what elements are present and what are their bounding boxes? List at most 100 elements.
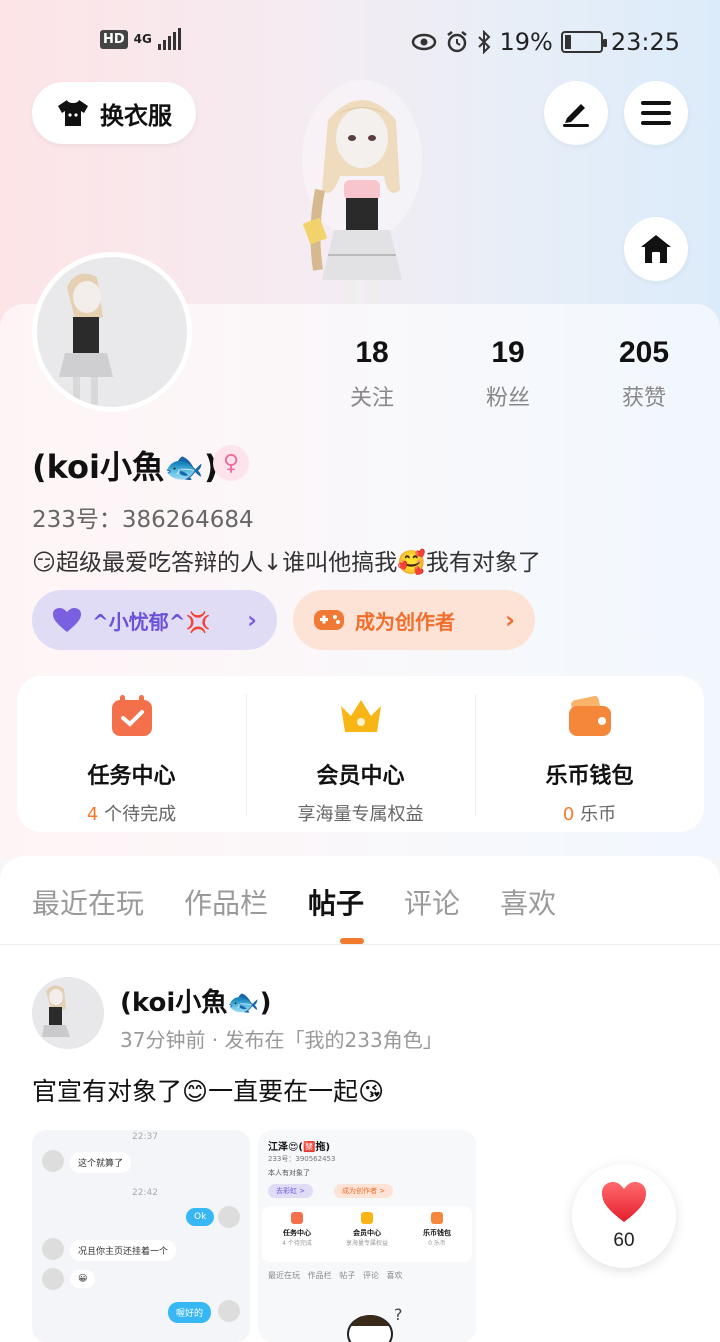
chat-avatar — [218, 1206, 240, 1228]
clock: 23:25 — [610, 28, 680, 56]
member-center[interactable]: 会员中心 享海量专属权益 — [246, 676, 475, 832]
profile-tabs: 最近在玩 作品栏 帖子 评论 喜欢 — [32, 882, 556, 922]
menu-title: 乐币钱包 — [545, 764, 634, 789]
shot-menu-sub: 享海量专属权益 — [345, 1240, 388, 1247]
chat-time: 22:37 — [132, 1132, 158, 1142]
alarm-icon — [447, 31, 468, 53]
chat-avatar — [42, 1238, 64, 1260]
menu-button[interactable] — [624, 81, 688, 145]
gamepad-icon — [314, 610, 344, 630]
signal-icon — [157, 28, 181, 50]
username: (koi小魚🐟) — [32, 448, 219, 486]
svg-text:?: ? — [394, 1305, 403, 1324]
tab-posts[interactable]: 帖子 — [308, 882, 364, 922]
tabs-divider — [0, 944, 720, 945]
like-count: 60 — [613, 1230, 635, 1251]
tshirt-icon — [58, 100, 88, 126]
change-outfit-button[interactable]: 换衣服 — [32, 82, 196, 144]
change-outfit-label: 换衣服 — [100, 101, 172, 130]
shot-tag: 去彩虹 > — [268, 1184, 314, 1198]
task-center[interactable]: 任务中心 4 个待完成 — [17, 676, 246, 832]
female-icon: ♀ — [213, 445, 249, 481]
hd-badge: HD — [100, 29, 128, 49]
stat-likes[interactable]: 205 获赞 — [594, 336, 694, 412]
tab-likes[interactable]: 喜欢 — [500, 882, 556, 922]
hamburger-icon — [641, 101, 671, 125]
pen-icon — [563, 104, 589, 127]
system-indicators: 19% 23:25 — [411, 28, 680, 56]
post-text: 官宣有对象了😊一直要在一起😘 — [32, 1077, 385, 1106]
post-image-2[interactable]: 江泽😍(🈲拖) 233号：390562453 本人有对象了 去彩虹 > 成为创作… — [258, 1130, 476, 1342]
menu-sub: 享海量专属权益 — [246, 800, 475, 826]
avatar-image — [32, 977, 104, 1049]
chat-avatar — [218, 1300, 240, 1322]
tab-comments[interactable]: 评论 — [404, 882, 460, 922]
quick-menu: 任务中心 4 个待完成 会员中心 享海量专属权益 乐币钱包 0 乐币 — [17, 676, 704, 832]
cartoon-image: ? — [347, 1305, 403, 1342]
stat-value: 205 — [618, 336, 670, 369]
network-indicators: HD 4G — [100, 28, 181, 50]
chat-message: 况且你主页还挂着一个 — [70, 1240, 177, 1261]
user-id[interactable]: 233号：386264684 — [32, 500, 254, 534]
like-button[interactable]: 60 — [572, 1164, 676, 1268]
heart-icon — [602, 1182, 646, 1222]
stat-label: 关注 — [349, 386, 394, 411]
stat-value: 19 — [491, 336, 525, 369]
shot-tabs: 最近在玩 作品栏 帖子 评论 喜欢 — [268, 1271, 403, 1280]
stat-followers[interactable]: 19 粉丝 — [458, 336, 558, 412]
home-button[interactable] — [624, 217, 688, 281]
profile-avatar[interactable] — [32, 252, 192, 412]
chat-time: 22:42 — [132, 1188, 158, 1198]
shot-uid: 233号：390562453 — [268, 1155, 336, 1163]
chat-message: 喔好的 — [168, 1302, 212, 1323]
shot-tag: 成为创作者 > — [334, 1184, 394, 1198]
shot-menu-sub: 4 个待完成 — [282, 1240, 312, 1247]
post-image-1[interactable]: 22:37 这个就算了 22:42 Ok 况且你主页还挂着一个 😀 喔好的 — [32, 1130, 250, 1342]
shot-menu-title: 乐币钱包 — [423, 1229, 451, 1237]
chat-message: 😀 — [70, 1270, 96, 1288]
shot-name: 江泽😍(🈲拖) — [268, 1142, 331, 1153]
heart-icon — [53, 608, 81, 632]
character-avatar[interactable] — [288, 80, 436, 308]
shot-menu: 任务中心 4 个待完成 会员中心享海量专属权益 乐币钱包 0 乐币 — [262, 1206, 472, 1262]
tab-works[interactable]: 作品栏 — [184, 882, 268, 922]
menu-sub-text: 享海量专属权益 — [297, 804, 424, 825]
menu-sub-text: 个待完成 — [98, 804, 177, 825]
network-type: 4G — [133, 32, 152, 46]
bluetooth-icon — [478, 30, 491, 54]
edit-button[interactable] — [544, 81, 608, 145]
menu-title: 任务中心 — [87, 764, 176, 789]
shot-bio: 本人有对象了 — [268, 1169, 310, 1177]
user-bio: 😏超级最爱吃答辩的人↓谁叫他搞我🥰我有对象了 — [32, 550, 541, 576]
stat-value: 18 — [355, 336, 389, 369]
crown-icon — [340, 700, 381, 732]
become-creator-label: 成为创作者 — [355, 609, 455, 634]
mood-tag-button[interactable]: ^小忧郁^💢 › — [32, 590, 277, 650]
menu-title: 会员中心 — [316, 764, 405, 789]
post-author-name[interactable]: (koi小魚🐟) — [120, 982, 272, 1019]
tab-recent-play[interactable]: 最近在玩 — [32, 882, 144, 922]
chat-message: 这个就算了 — [70, 1152, 132, 1173]
menu-sub-text: 乐币 — [574, 804, 617, 825]
chevron-right-icon: › — [505, 606, 515, 634]
shot-menu-sub: 0 乐币 — [428, 1240, 446, 1247]
become-creator-button[interactable]: 成为创作者 › — [293, 590, 535, 650]
mood-tag-label: ^小忧郁^💢 — [92, 609, 211, 634]
shot-menu-title: 会员中心 — [353, 1229, 381, 1237]
eye-icon — [412, 33, 437, 51]
stat-label: 获赞 — [621, 386, 666, 411]
chat-avatar — [42, 1268, 64, 1290]
post-author-avatar[interactable] — [32, 977, 104, 1049]
post-meta: 37分钟前 · 发布在「我的233角色」 — [120, 1028, 443, 1052]
chat-avatar — [42, 1150, 64, 1172]
coin-balance: 0 — [562, 804, 575, 825]
avatar-image — [37, 257, 187, 407]
pending-count: 4 — [86, 804, 99, 825]
shot-menu-title: 任务中心 — [283, 1229, 311, 1237]
calendar-check-icon — [111, 695, 152, 736]
coin-wallet[interactable]: 乐币钱包 0 乐币 — [475, 676, 704, 832]
wallet-icon — [568, 696, 611, 736]
stat-following[interactable]: 18 关注 — [322, 336, 422, 412]
home-icon — [641, 235, 671, 263]
status-bar: HD 4G 19% 23:25 — [0, 0, 720, 84]
